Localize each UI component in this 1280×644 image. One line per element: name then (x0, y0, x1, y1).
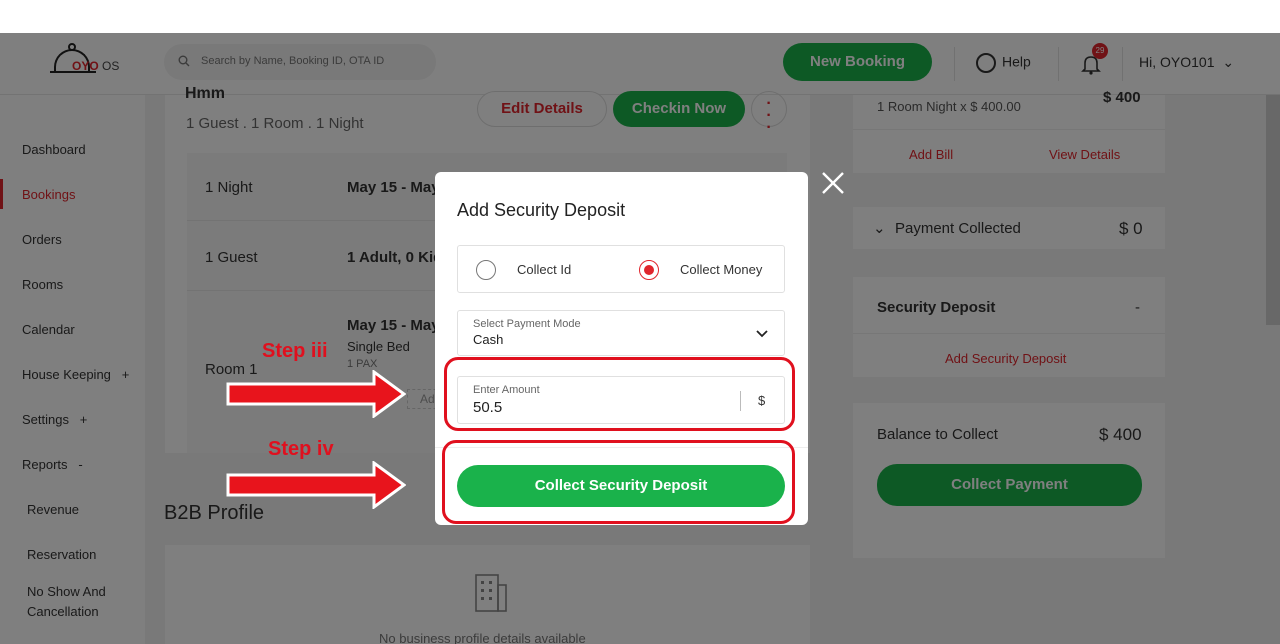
payment-mode-label: Select Payment Mode (473, 318, 581, 330)
payment-mode-value: Cash (473, 332, 504, 347)
chevron-down-icon (756, 330, 768, 338)
deposit-type-radio-group: Collect Id Collect Money (457, 245, 785, 293)
collect-id-label[interactable]: Collect Id (517, 262, 571, 277)
arrow-right-icon (226, 461, 406, 509)
highlight-amount-field (444, 357, 795, 431)
collect-money-radio[interactable] (639, 260, 659, 280)
payment-mode-select[interactable]: Select Payment Mode Cash (457, 310, 785, 356)
collect-id-radio[interactable] (476, 260, 496, 280)
highlight-collect-button (442, 440, 795, 524)
close-icon[interactable] (820, 170, 846, 196)
modal-title: Add Security Deposit (457, 200, 626, 220)
step-iii-label: Step iii (262, 340, 328, 362)
arrow-right-icon (226, 370, 406, 418)
collect-money-label[interactable]: Collect Money (680, 262, 762, 277)
step-iv-label: Step iv (268, 438, 334, 460)
